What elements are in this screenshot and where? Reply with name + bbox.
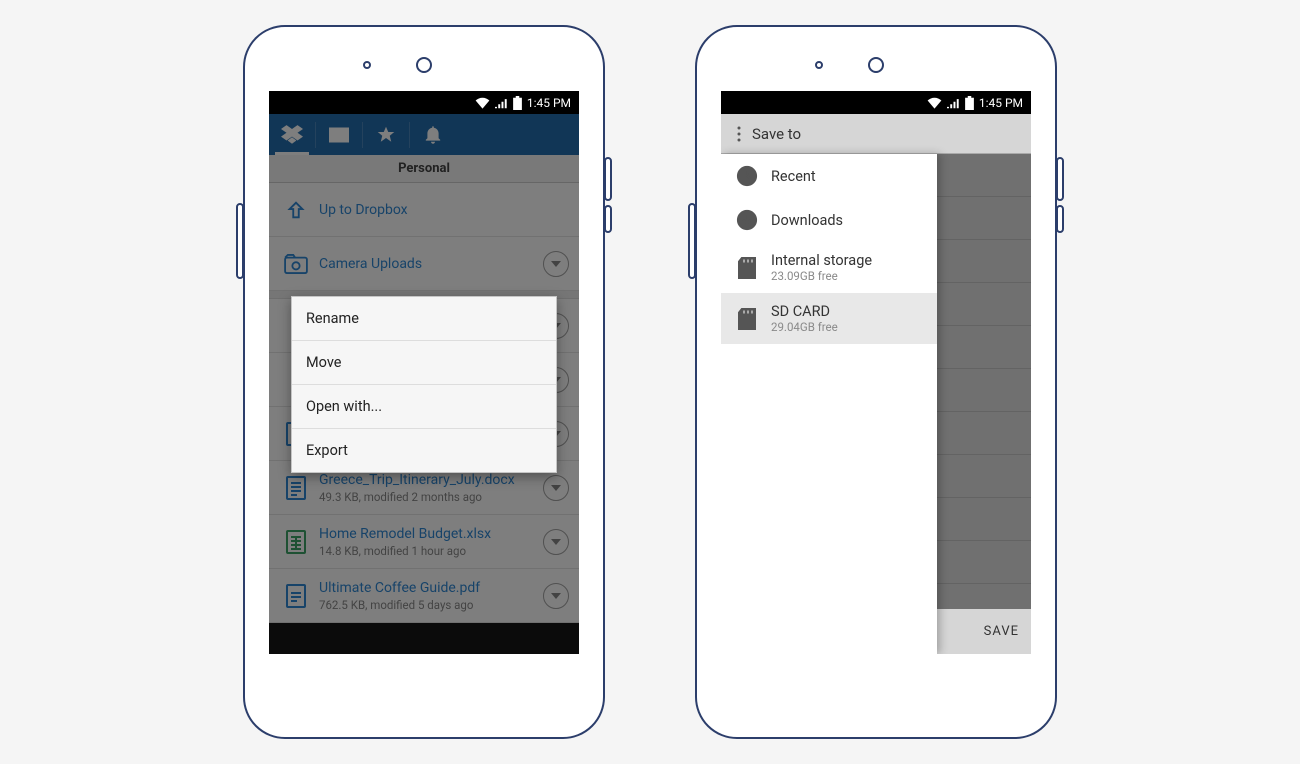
screen-right: 1:45 PM Save to Recent Downloads: [721, 91, 1031, 654]
status-bar: 1:45 PM: [269, 91, 579, 114]
save-to-header: Save to: [721, 114, 1031, 154]
drawer-label: Internal storage: [771, 252, 872, 269]
phone-sensor: [363, 61, 371, 69]
phone-side-button: [688, 203, 696, 279]
phone-bezel-top: [245, 27, 603, 91]
drawer-item-sd-card[interactable]: SD CARD 29.04GB free: [721, 293, 937, 344]
phone-mockup-left: 1:45 PM Personal: [243, 25, 605, 739]
phone-side-button: [1056, 157, 1064, 201]
save-button[interactable]: SAVE: [937, 609, 1031, 654]
menu-open-with[interactable]: Open with...: [292, 385, 556, 429]
drawer-label: Downloads: [771, 212, 843, 229]
battery-icon: [513, 96, 522, 110]
status-bar: 1:45 PM: [721, 91, 1031, 114]
wifi-icon: [475, 97, 490, 109]
drawer-item-recent[interactable]: Recent: [721, 154, 937, 198]
signal-icon: [947, 97, 960, 109]
phone-bezel-top: [697, 27, 1055, 91]
battery-icon: [965, 96, 974, 110]
sd-card-icon: [738, 308, 756, 330]
clock-icon: [736, 165, 758, 187]
drawer-toggle-icon[interactable]: [736, 125, 742, 143]
drawer-sublabel: 23.09GB free: [771, 269, 872, 283]
wifi-icon: [927, 97, 942, 109]
screen-left: 1:45 PM Personal: [269, 91, 579, 654]
sd-card-icon: [738, 257, 756, 279]
phone-side-button: [604, 205, 612, 233]
drawer-item-downloads[interactable]: Downloads: [721, 198, 937, 242]
save-to-title: Save to: [752, 125, 801, 143]
context-menu: Rename Move Open with... Export: [291, 296, 557, 473]
status-time: 1:45 PM: [979, 96, 1023, 110]
menu-move[interactable]: Move: [292, 341, 556, 385]
drawer-item-internal-storage[interactable]: Internal storage 23.09GB free: [721, 242, 937, 293]
save-drawer: Recent Downloads Internal storage 23.09G…: [721, 154, 937, 654]
phone-speaker: [868, 57, 884, 73]
menu-export[interactable]: Export: [292, 429, 556, 472]
drawer-label: Recent: [771, 168, 816, 185]
phone-side-button: [236, 203, 244, 279]
drawer-label: SD CARD: [771, 303, 838, 320]
status-time: 1:45 PM: [527, 96, 571, 110]
phone-side-button: [1056, 205, 1064, 233]
phone-mockup-right: 1:45 PM Save to Recent Downloads: [695, 25, 1057, 739]
download-icon: [736, 209, 758, 231]
signal-icon: [495, 97, 508, 109]
phone-side-button: [604, 157, 612, 201]
folder-content-pane: SAVE: [937, 154, 1031, 654]
drawer-sublabel: 29.04GB free: [771, 320, 838, 334]
phone-speaker: [416, 57, 432, 73]
menu-rename[interactable]: Rename: [292, 297, 556, 341]
phone-sensor: [815, 61, 823, 69]
